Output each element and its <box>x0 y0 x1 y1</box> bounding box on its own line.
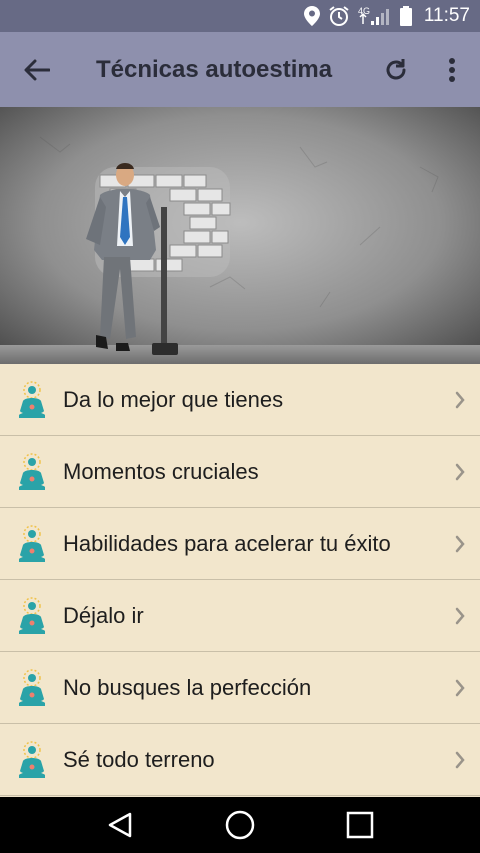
nav-recents-icon <box>346 811 374 839</box>
chevron-right-icon <box>440 607 480 625</box>
battery-icon <box>399 5 412 27</box>
list-item[interactable]: Déjalo ir <box>0 580 480 652</box>
more-vert-icon <box>449 57 455 82</box>
signal-icon: 4G <box>358 5 392 27</box>
list-item-label: Momentos cruciales <box>63 458 259 484</box>
nav-home-button[interactable] <box>210 797 270 853</box>
hero-image <box>0 107 480 364</box>
meditation-person-icon <box>0 724 64 796</box>
chevron-right-icon <box>440 391 480 409</box>
chevron-right-icon <box>440 679 480 697</box>
list-item[interactable]: Habilidades para acelerar tu éxito <box>0 508 480 580</box>
list-item-label: No busques la perfección <box>63 674 312 700</box>
nav-home-icon <box>225 810 255 840</box>
page-title: Técnicas autoestima <box>96 55 333 83</box>
list-item-label: Déjalo ir <box>63 602 144 628</box>
system-nav-bar <box>0 797 480 853</box>
chevron-right-icon <box>440 535 480 553</box>
refresh-button[interactable] <box>368 32 424 107</box>
back-arrow-icon <box>24 59 50 80</box>
back-button[interactable] <box>0 32 74 107</box>
list-item-label: Habilidades para acelerar tu éxito <box>63 530 391 556</box>
meditation-person-icon <box>0 652 64 724</box>
technique-list: Da lo mejor que tienes Momentos cruciale… <box>0 364 480 796</box>
list-item[interactable]: Da lo mejor que tienes <box>0 364 480 436</box>
meditation-person-icon <box>0 364 64 436</box>
meditation-person-icon <box>0 508 64 580</box>
location-icon <box>303 5 320 27</box>
status-time: 11:57 <box>423 5 470 26</box>
list-item-label: Sé todo terreno <box>63 746 215 772</box>
businessman-breaking-wall-image <box>0 107 480 364</box>
list-item[interactable]: Momentos cruciales <box>0 436 480 508</box>
nav-back-button[interactable] <box>90 797 150 853</box>
nav-recents-button[interactable] <box>330 797 390 853</box>
meditation-person-icon <box>0 580 64 652</box>
refresh-icon <box>386 58 406 79</box>
alarm-icon <box>328 5 350 27</box>
chevron-right-icon <box>440 751 480 769</box>
app-bar: Técnicas autoestima <box>0 32 480 107</box>
status-bar: 4G 11:57 <box>0 0 480 32</box>
chevron-right-icon <box>440 463 480 481</box>
list-item[interactable]: No busques la perfección <box>0 652 480 724</box>
list-item[interactable]: Sé todo terreno <box>0 724 480 796</box>
list-item-label: Da lo mejor que tienes <box>63 386 284 412</box>
meditation-person-icon <box>0 436 64 508</box>
nav-back-icon <box>108 812 132 838</box>
more-options-button[interactable] <box>424 32 480 107</box>
